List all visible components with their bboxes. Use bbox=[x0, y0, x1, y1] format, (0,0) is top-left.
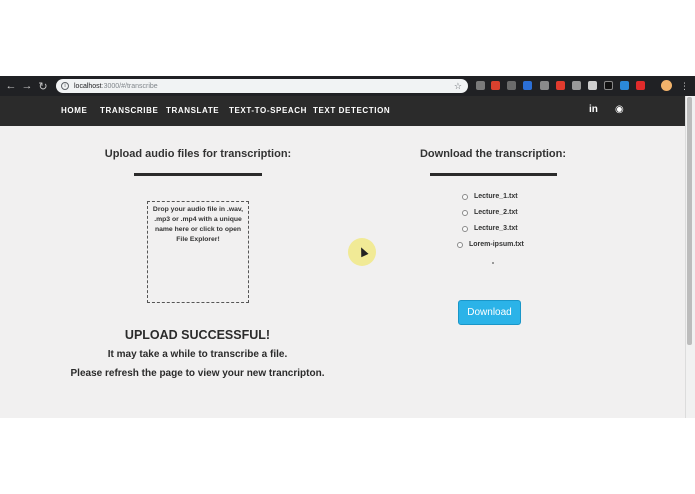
download-button[interactable]: Download bbox=[458, 300, 521, 325]
reload-icon[interactable]: ↻ bbox=[35, 76, 51, 96]
extension-icon[interactable] bbox=[491, 81, 500, 90]
scrollbar-thumb[interactable] bbox=[687, 97, 692, 345]
radio-button[interactable] bbox=[462, 193, 468, 200]
nav-translate[interactable]: TRANSLATE bbox=[166, 96, 219, 126]
upload-status-line1: It may take a while to transcribe a file… bbox=[107, 349, 288, 360]
file-option-label: Lecture_1.txt bbox=[474, 193, 518, 200]
upload-divider bbox=[134, 173, 262, 176]
extension-icon[interactable] bbox=[523, 81, 532, 90]
extension-icon[interactable] bbox=[604, 81, 613, 90]
file-option[interactable]: Lecture_1.txt bbox=[462, 193, 518, 200]
file-option-label: Lecture_3.txt bbox=[474, 225, 518, 232]
file-option[interactable]: Lorem-ipsum.txt bbox=[457, 241, 524, 248]
star-icon[interactable]: ☆ bbox=[454, 79, 462, 93]
download-divider bbox=[430, 173, 557, 176]
file-option[interactable]: Lecture_3.txt bbox=[462, 225, 518, 232]
github-icon[interactable]: ◉ bbox=[615, 104, 624, 115]
screen: ← → ↻ i localhost:3000/#/transcribe ☆ ⋮ … bbox=[0, 0, 695, 494]
extension-icon[interactable] bbox=[572, 81, 581, 90]
extension-icon[interactable] bbox=[540, 81, 549, 90]
kebab-menu-icon[interactable]: ⋮ bbox=[680, 79, 689, 93]
linkedin-icon[interactable]: in bbox=[589, 104, 598, 115]
extension-icon[interactable] bbox=[556, 81, 565, 90]
app-navbar: HOME TRANSCRIBE TRANSLATE TEXT-TO-SPEACH… bbox=[0, 96, 695, 126]
extension-icon[interactable] bbox=[620, 81, 629, 90]
nav-home[interactable]: HOME bbox=[61, 96, 87, 126]
file-option-label: Lecture_2.txt bbox=[474, 209, 518, 216]
forward-arrow-icon[interactable]: → bbox=[19, 76, 35, 96]
radio-button[interactable] bbox=[457, 241, 463, 248]
nav-transcribe[interactable]: TRANSCRIBE bbox=[100, 96, 158, 126]
spacer-dot bbox=[492, 262, 494, 264]
extension-icon[interactable] bbox=[636, 81, 645, 90]
url-host: localhost bbox=[74, 82, 102, 90]
download-heading: Download the transcription: bbox=[419, 148, 567, 160]
upload-status-title: UPLOAD SUCCESSFUL! bbox=[124, 328, 271, 342]
radio-button[interactable] bbox=[462, 209, 468, 216]
address-bar[interactable]: i localhost:3000/#/transcribe ☆ bbox=[56, 79, 468, 93]
file-option-label: Lorem-ipsum.txt bbox=[469, 241, 524, 248]
back-arrow-icon[interactable]: ← bbox=[3, 76, 19, 96]
url-path: :3000/#/transcribe bbox=[101, 82, 158, 90]
upload-heading: Upload audio files for transcription: bbox=[104, 148, 292, 160]
browser-toolbar: ← → ↻ i localhost:3000/#/transcribe ☆ ⋮ bbox=[0, 76, 695, 96]
nav-text-detection[interactable]: TEXT DETECTION bbox=[313, 96, 390, 126]
nav-text-to-speach[interactable]: TEXT-TO-SPEACH bbox=[229, 96, 307, 126]
extension-icon[interactable] bbox=[507, 81, 516, 90]
upload-status-line2: Please refresh the page to view your new… bbox=[70, 368, 325, 379]
audio-dropzone[interactable]: Drop your audio file in .wav, .mp3 or .m… bbox=[147, 201, 249, 303]
extension-icon[interactable] bbox=[588, 81, 597, 90]
file-option[interactable]: Lecture_2.txt bbox=[462, 209, 518, 216]
radio-button[interactable] bbox=[462, 225, 468, 232]
extension-icon[interactable] bbox=[476, 81, 485, 90]
info-icon[interactable]: i bbox=[61, 82, 69, 90]
profile-avatar[interactable] bbox=[661, 80, 672, 91]
